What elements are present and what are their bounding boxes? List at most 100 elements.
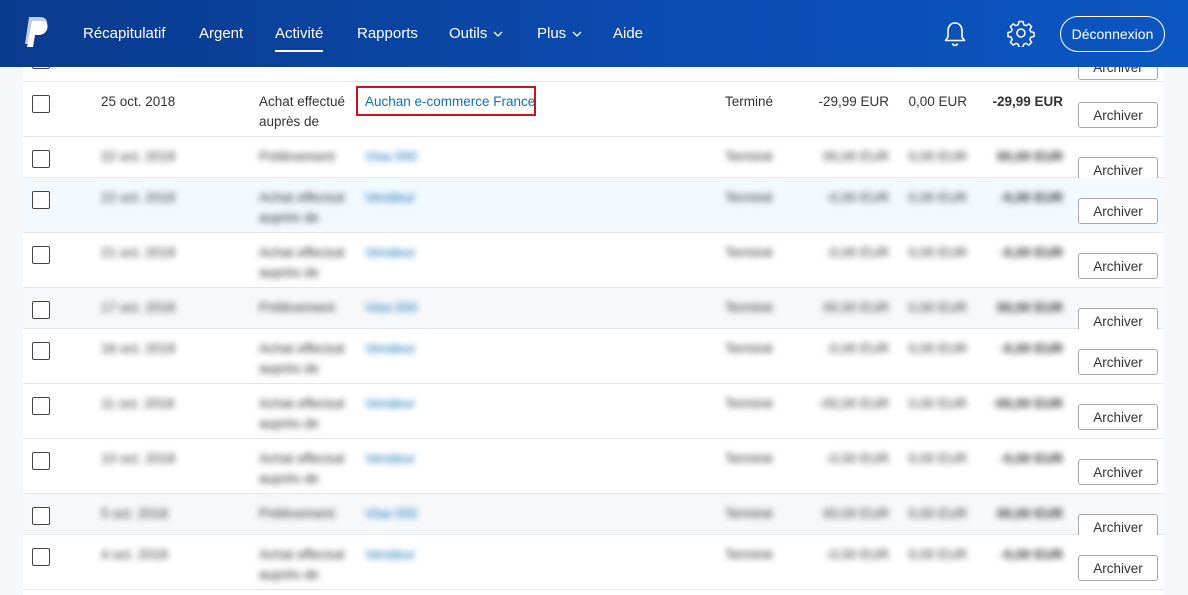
archive-button[interactable]: Archiver [1078,102,1158,128]
row-checkbox[interactable] [32,507,50,525]
nav-item-argent[interactable]: Argent [199,25,243,42]
transaction-type-line: auprès de [259,361,320,376]
nav-item-plus[interactable]: Plus [537,25,582,42]
transaction-type-line: Achat effectué [259,94,346,109]
fee-amount: 0,00 EUR [908,451,967,466]
transaction-name-link[interactable]: Visa 000 [365,504,417,524]
archive-button[interactable]: Archiver [1078,404,1158,430]
table-row[interactable]: 10 oct. 2018 Achat effectué auprès de Vende… [23,439,1164,494]
table-row[interactable]: 4 oct. 2018 Achat effectué auprès de Vendeu… [23,535,1164,590]
gross-amount: -0,00 EUR [825,451,889,466]
gross-amount: -29,99 EUR [818,94,889,109]
transaction-status: Terminé [725,149,774,164]
table-row[interactable]: 16 oct. 2018 Achat effectué auprès de Vende… [23,329,1164,384]
highlight-box [356,86,536,116]
table-row[interactable]: 17 oct. 2018 Prélèvement Visa 000 Terminé 00… [23,288,1164,334]
fee-amount: 0,00 EUR [908,300,967,315]
transaction-type-line: Prélèvement [259,149,335,164]
gross-amount: 00,00 EUR [822,506,889,521]
net-amount: 00,00 EUR [996,300,1063,315]
archive-button[interactable]: Archiver [1078,459,1158,485]
nav-item-activite[interactable]: Activité [275,25,324,52]
row-checkbox[interactable] [32,301,50,319]
row-checkbox[interactable] [32,397,50,415]
transaction-status: Terminé [725,190,774,205]
transaction-type: Achat effectué auprès de [259,545,351,585]
transaction-name-link[interactable]: Vendeur [365,339,415,359]
gross-amount: -00,00 EUR [818,396,889,411]
transaction-name-link[interactable]: Vendeur [365,545,415,565]
transaction-status: Terminé [725,396,774,411]
transaction-name-link[interactable]: Visa 000 [365,147,417,167]
transaction-type-line: Prélèvement [259,506,335,521]
table-row[interactable]: 21 oct. 2018 Achat effectué auprès de Vende… [23,233,1164,288]
net-amount: -0,00 EUR [999,547,1063,562]
nav-item-outils[interactable]: Outils [449,25,503,42]
nav-label: Outils [449,25,488,42]
table-row[interactable]: 22 oct. 2018 Achat effectué auprès de Vende… [23,178,1164,233]
net-amount: -00,00 EUR [992,396,1063,411]
nav-label: Plus [537,25,567,42]
gross-amount: 00,00 EUR [822,149,889,164]
transaction-type-line: auprès de [259,471,320,486]
bell-icon[interactable] [942,20,968,48]
transaction-date: 4 oct. 2018 [101,547,168,562]
transaction-type: Achat effectué auprès de [259,92,351,132]
transaction-type: Achat effectué auprès de [259,188,351,228]
row-checkbox[interactable] [32,548,50,566]
paypal-logo-icon[interactable] [23,16,51,50]
transaction-date: 11 oct. 2018 [101,396,175,411]
nav-item-recapitulatif[interactable]: Récapitulatif [83,25,166,42]
transaction-type: Prélèvement [259,504,351,524]
transaction-type-line: Achat effectué [259,396,346,411]
transaction-name-link[interactable]: Vendeur [365,188,415,208]
table-row[interactable]: 22 oct. 2018 Prélèvement Visa 000 Terminé 00… [23,137,1164,183]
transaction-type: Achat effectué auprès de [259,449,351,489]
net-amount: -0,00 EUR [999,190,1063,205]
row-checkbox[interactable] [32,95,50,113]
net-amount: -0,00 EUR [999,245,1063,260]
gear-icon[interactable] [1007,19,1035,47]
transaction-name-link[interactable]: Vendeur [365,449,415,469]
transaction-type-line: Achat effectué [259,245,346,260]
transaction-name-link[interactable]: Vendeur [365,394,415,414]
transaction-name-link[interactable]: Vendeur [365,243,415,263]
transactions-table: Archiver 25 oct. 2018 Achat effectué auprès… [23,0,1164,595]
table-row[interactable]: 11 oct. 2018 Achat effectué auprès de Vende… [23,384,1164,439]
archive-button[interactable]: Archiver [1078,555,1158,581]
table-row[interactable]: 25 oct. 2018 Achat effectué auprès de Aucha… [23,82,1164,137]
archive-button[interactable]: Archiver [1078,349,1158,375]
nav-label: Argent [199,25,244,42]
transaction-type-line: Achat effectué [259,341,346,356]
logout-button[interactable]: Déconnexion [1060,16,1165,52]
nav-item-aide[interactable]: Aide [613,25,643,42]
transaction-status: Terminé [725,451,774,466]
nav-label: Rapports [357,25,418,42]
transaction-name-link[interactable]: Visa 000 [365,298,417,318]
transaction-type-line: Achat effectué [259,190,346,205]
net-amount: -29,99 EUR [992,94,1063,109]
top-navigation-bar: Récapitulatif Argent Activité Rapports O… [0,0,1188,67]
fee-amount: 0,00 EUR [908,245,967,260]
transaction-date: 5 oct. 2018 [101,506,168,521]
fee-amount: 0,00 EUR [908,396,967,411]
transaction-status: Terminé [725,341,774,356]
row-checkbox[interactable] [32,246,50,264]
transaction-status: Terminé [725,547,774,562]
gross-amount: 00,00 EUR [822,300,889,315]
table-row[interactable]: 5 oct. 2018 Prélèvement Visa 000 Terminé 00,… [23,494,1164,540]
transaction-status: Terminé [725,300,774,315]
row-checkbox[interactable] [32,342,50,360]
row-checkbox[interactable] [32,191,50,209]
nav-item-rapports[interactable]: Rapports [357,25,418,42]
transaction-date: 17 oct. 2018 [101,300,176,315]
archive-button[interactable]: Archiver [1078,253,1158,279]
row-checkbox[interactable] [32,150,50,168]
chevron-down-icon [572,31,582,37]
archive-button[interactable]: Archiver [1078,198,1158,224]
row-checkbox[interactable] [32,452,50,470]
transaction-type-line: auprès de [259,567,320,582]
transaction-status: Terminé [725,506,774,521]
fee-amount: 0,00 EUR [908,547,967,562]
transaction-type-line: auprès de [259,416,320,431]
